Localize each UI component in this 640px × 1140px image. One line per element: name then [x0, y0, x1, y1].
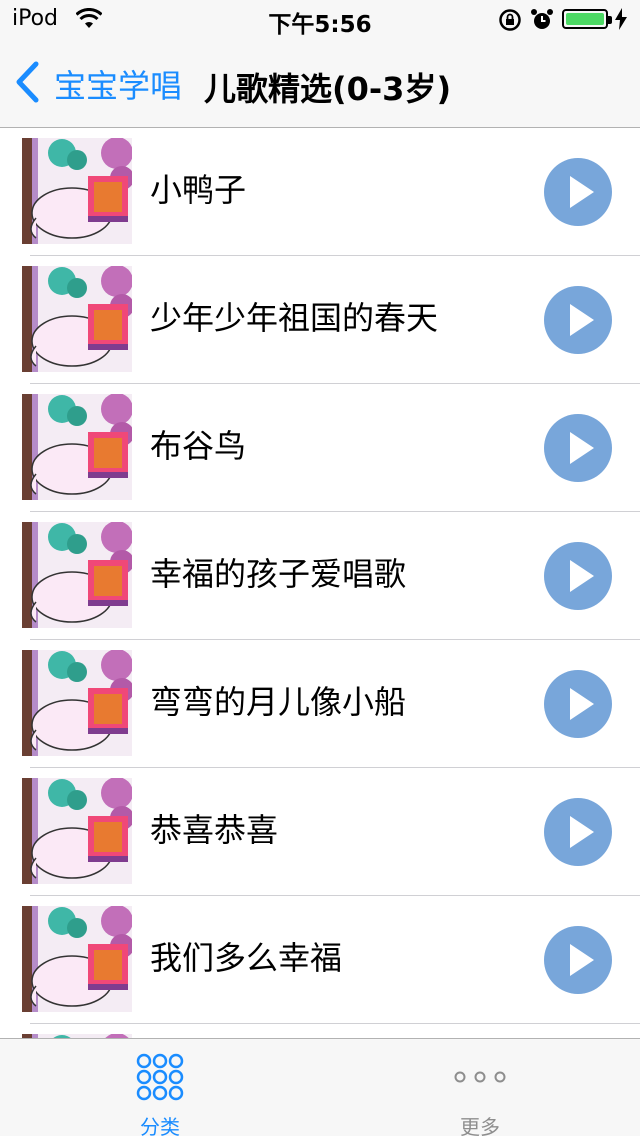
play-button[interactable] [544, 542, 612, 610]
song-title: 弯弯的月儿像小船 [150, 683, 407, 721]
play-icon [570, 944, 594, 976]
battery-icon [562, 9, 612, 29]
tab-category[interactable]: 分类 [0, 1039, 320, 1139]
song-title: 幸福的孩子爱唱歌 [150, 555, 407, 593]
navigation-bar: 宝宝学唱 儿歌精选(0-3岁) [0, 40, 640, 128]
list-item[interactable]: 恭喜恭喜 [0, 768, 640, 896]
back-label: 宝宝学唱 [54, 67, 183, 105]
alarm-icon [530, 8, 554, 36]
song-title: 少年少年祖国的春天 [150, 299, 439, 337]
play-button[interactable] [544, 798, 612, 866]
page-title: 儿歌精选(0-3岁) [204, 70, 452, 108]
play-icon [570, 304, 594, 336]
play-icon [570, 816, 594, 848]
rotation-lock-icon [498, 8, 522, 36]
list-item[interactable]: 我们多么幸福 [0, 896, 640, 1024]
play-icon [570, 688, 594, 720]
back-button[interactable]: 宝宝学唱 [14, 60, 182, 108]
list-item[interactable]: 弯弯的月儿像小船 [0, 640, 640, 768]
charging-bolt-icon [614, 8, 628, 34]
play-button[interactable] [544, 926, 612, 994]
elephant-thumbnail [22, 778, 132, 884]
elephant-thumbnail [22, 138, 132, 244]
list-item[interactable]: 布谷鸟 [0, 384, 640, 512]
song-title: 恭喜恭喜 [150, 811, 279, 849]
song-list[interactable]: 小鸭子 少年少年祖国的春天 布谷鸟 幸福的孩子爱唱歌 弯弯的月儿像小船 恭喜恭喜… [0, 128, 640, 1038]
chevron-left-icon [14, 61, 40, 107]
play-button[interactable] [544, 158, 612, 226]
more-icon [454, 1069, 506, 1088]
list-item[interactable]: 幸福的孩子爱唱歌 [0, 512, 640, 640]
song-title: 布谷鸟 [150, 427, 247, 465]
elephant-thumbnail [22, 522, 132, 628]
grid-icon [136, 1053, 184, 1105]
elephant-thumbnail [22, 650, 132, 756]
play-button[interactable] [544, 670, 612, 738]
list-item[interactable]: 少年少年祖国的春天 [0, 256, 640, 384]
song-title: 小鸭子 [150, 171, 247, 209]
play-button[interactable] [544, 414, 612, 482]
play-button[interactable] [544, 286, 612, 354]
status-bar: iPod 下午5:56 [0, 0, 640, 40]
elephant-thumbnail [22, 266, 132, 372]
list-item[interactable]: 小鸭子 [0, 128, 640, 256]
tab-more[interactable]: 更多 [320, 1039, 640, 1139]
play-icon [570, 560, 594, 592]
tab-bar: 分类 更多 [0, 1038, 640, 1139]
play-icon [570, 432, 594, 464]
elephant-thumbnail [22, 394, 132, 500]
play-icon [570, 176, 594, 208]
song-title: 我们多么幸福 [150, 939, 343, 977]
list-item[interactable] [0, 1024, 640, 1038]
elephant-thumbnail [22, 906, 132, 1012]
